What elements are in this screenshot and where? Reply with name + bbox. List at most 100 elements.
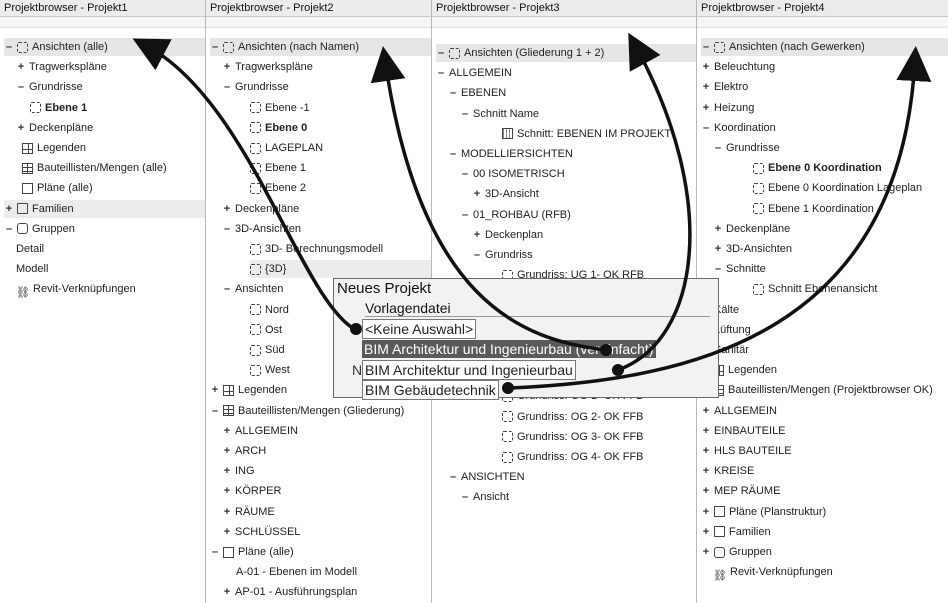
tree-item[interactable]: Ebene 1 Koordination (753, 200, 948, 218)
tree-item[interactable]: + ALLGEMEIN (701, 402, 948, 420)
expand-icon[interactable]: + (222, 503, 232, 521)
expand-icon[interactable]: + (222, 462, 232, 480)
expand-icon[interactable]: + (222, 583, 232, 601)
tree-item[interactable]: – Pläne (alle) (210, 543, 431, 561)
collapse-icon[interactable]: – (448, 468, 458, 486)
expand-icon[interactable]: + (222, 422, 232, 440)
collapse-icon[interactable]: – (210, 402, 220, 420)
collapse-icon[interactable]: – (436, 44, 446, 62)
collapse-icon[interactable]: – (460, 165, 470, 183)
collapse-icon[interactable]: – (436, 64, 446, 82)
tree-item[interactable]: + ING (222, 462, 431, 480)
tree-item[interactable]: Grundriss: OG 4- OK FFB (502, 448, 696, 466)
expand-icon[interactable]: + (701, 543, 711, 561)
template-option-none[interactable]: <Keine Auswahl> (362, 319, 477, 339)
expand-icon[interactable]: + (4, 200, 14, 218)
tree-item[interactable]: Ebene 0 Koordination Lageplan (753, 179, 948, 197)
tree-item[interactable]: ⛓ Revit-Verknüpfungen (16, 280, 205, 299)
expand-icon[interactable]: + (701, 99, 711, 117)
expand-icon[interactable]: + (701, 482, 711, 500)
collapse-icon[interactable]: – (460, 105, 470, 123)
tree-item[interactable]: Ebene 2 (250, 179, 431, 197)
expand-icon[interactable]: + (222, 200, 232, 218)
tree-item[interactable]: + Heizung (701, 99, 948, 117)
tree-item[interactable]: – Grundrisse (16, 78, 205, 96)
tree-item[interactable]: +Kälte (701, 301, 948, 319)
tree-item[interactable]: +3D-Ansichten (713, 240, 948, 258)
tree-item[interactable]: – Ansicht (460, 488, 696, 506)
tree-item[interactable]: Modell (16, 260, 205, 278)
tree-item[interactable]: – Grundrisse (222, 78, 431, 96)
tree-item[interactable]: –Grundriss (472, 246, 696, 264)
tree-item[interactable]: –01_ROHBAU (RFB) (460, 206, 696, 224)
collapse-icon[interactable]: – (472, 246, 482, 264)
tree-item[interactable]: Ebene 1 (250, 159, 431, 177)
tree-item[interactable]: – Schnitte (713, 260, 948, 278)
expand-icon[interactable]: + (701, 442, 711, 460)
tree-item[interactable]: – MODELLIERSICHTEN (448, 145, 696, 163)
collapse-icon[interactable]: – (460, 488, 470, 506)
tree-item[interactable]: –3D-Ansichten (222, 220, 431, 238)
tree-item[interactable]: +3D-Ansicht (472, 185, 696, 203)
tree-item[interactable]: + HLS BAUTEILE (701, 442, 948, 460)
tree-item[interactable]: – Koordination (701, 119, 948, 137)
collapse-icon[interactable]: – (4, 220, 14, 238)
expand-icon[interactable]: + (701, 402, 711, 420)
tree-item[interactable]: {3D} (250, 260, 431, 279)
tree-item[interactable]: Detail (16, 240, 205, 258)
tree-item[interactable]: + MEP RÄUME (701, 482, 948, 500)
tree-item[interactable]: Grundriss: OG 3- OK FFB (502, 428, 696, 446)
tree-item[interactable]: – Gruppen (4, 220, 205, 238)
tree-item[interactable]: + Deckenpläne (222, 200, 431, 218)
expand-icon[interactable]: + (701, 422, 711, 440)
tree-item[interactable]: A-01 - Ebenen im Modell (236, 563, 431, 581)
collapse-icon[interactable]: – (701, 38, 711, 56)
tree-item[interactable]: Bauteillisten/Mengen (alle) (22, 159, 205, 177)
expand-icon[interactable]: + (222, 523, 232, 541)
tree-item[interactable]: + KREISE (701, 462, 948, 480)
tree-item[interactable]: + Tragwerkspläne (222, 58, 431, 76)
expand-icon[interactable]: + (222, 58, 232, 76)
expand-icon[interactable]: + (210, 381, 220, 399)
tree-item[interactable]: – Ansichten (nach Namen) (210, 38, 431, 56)
tree-item[interactable]: – Grundrisse (713, 139, 948, 157)
expand-icon[interactable]: + (713, 220, 723, 238)
expand-icon[interactable]: + (16, 58, 26, 76)
collapse-icon[interactable]: – (16, 78, 26, 96)
template-option-bim-arch-simplified[interactable]: BIM Architektur und Ingenieurbau (verein… (362, 340, 656, 358)
tree-item[interactable]: – Ansichten (nach Gewerken) (701, 38, 948, 56)
tree-item[interactable]: –00 ISOMETRISCH (460, 165, 696, 183)
tree-item[interactable]: Ebene -1 (250, 99, 431, 117)
collapse-icon[interactable]: – (222, 78, 232, 96)
tree-item[interactable]: + Pläne (Planstruktur) (701, 503, 948, 521)
tree-item[interactable]: LAGEPLAN (250, 139, 431, 157)
tree-item[interactable]: Schnitt Ebenenansicht (753, 280, 948, 298)
tree-item[interactable]: Grundriss: OG 2- OK FFB (502, 408, 696, 426)
collapse-icon[interactable]: – (713, 260, 723, 278)
tree-item[interactable]: + KÖRPER (222, 482, 431, 500)
tree-item[interactable]: Ebene 0 (250, 119, 431, 137)
collapse-icon[interactable]: – (210, 38, 220, 56)
tree-item[interactable]: Legenden (22, 139, 205, 157)
tree-item[interactable]: – ALLGEMEIN (436, 64, 696, 82)
expand-icon[interactable]: + (472, 185, 482, 203)
tree-item[interactable]: – Ansichten (alle) (4, 38, 205, 56)
tree-item[interactable]: + SCHLÜSSEL (222, 523, 431, 541)
expand-icon[interactable]: + (16, 119, 26, 137)
tree-item[interactable]: + AP-01 - Ausführungsplan (222, 583, 431, 601)
expand-icon[interactable]: + (701, 462, 711, 480)
tree-item[interactable]: + Familien (701, 523, 948, 541)
tree-item[interactable]: – EBENEN (448, 84, 696, 102)
collapse-icon[interactable]: – (460, 206, 470, 224)
tree-item[interactable]: – Bauteillisten/Mengen (Gliederung) (210, 402, 431, 420)
tree-item[interactable]: + Gruppen (701, 543, 948, 561)
expand-icon[interactable]: + (701, 78, 711, 96)
tree-item[interactable]: ⛓ Revit-Verknüpfungen (713, 563, 948, 582)
tree-item[interactable]: + Familien (4, 199, 205, 218)
tree-item[interactable]: +Lüftung (701, 321, 948, 339)
tree-item[interactable]: + Elektro (701, 78, 948, 96)
collapse-icon[interactable]: – (222, 280, 232, 298)
tree-item[interactable]: + Tragwerkspläne (16, 58, 205, 76)
tree-item[interactable]: + ALLGEMEIN (222, 422, 431, 440)
tree-item[interactable]: – Ansichten (Gliederung 1 + 2) (436, 44, 696, 62)
